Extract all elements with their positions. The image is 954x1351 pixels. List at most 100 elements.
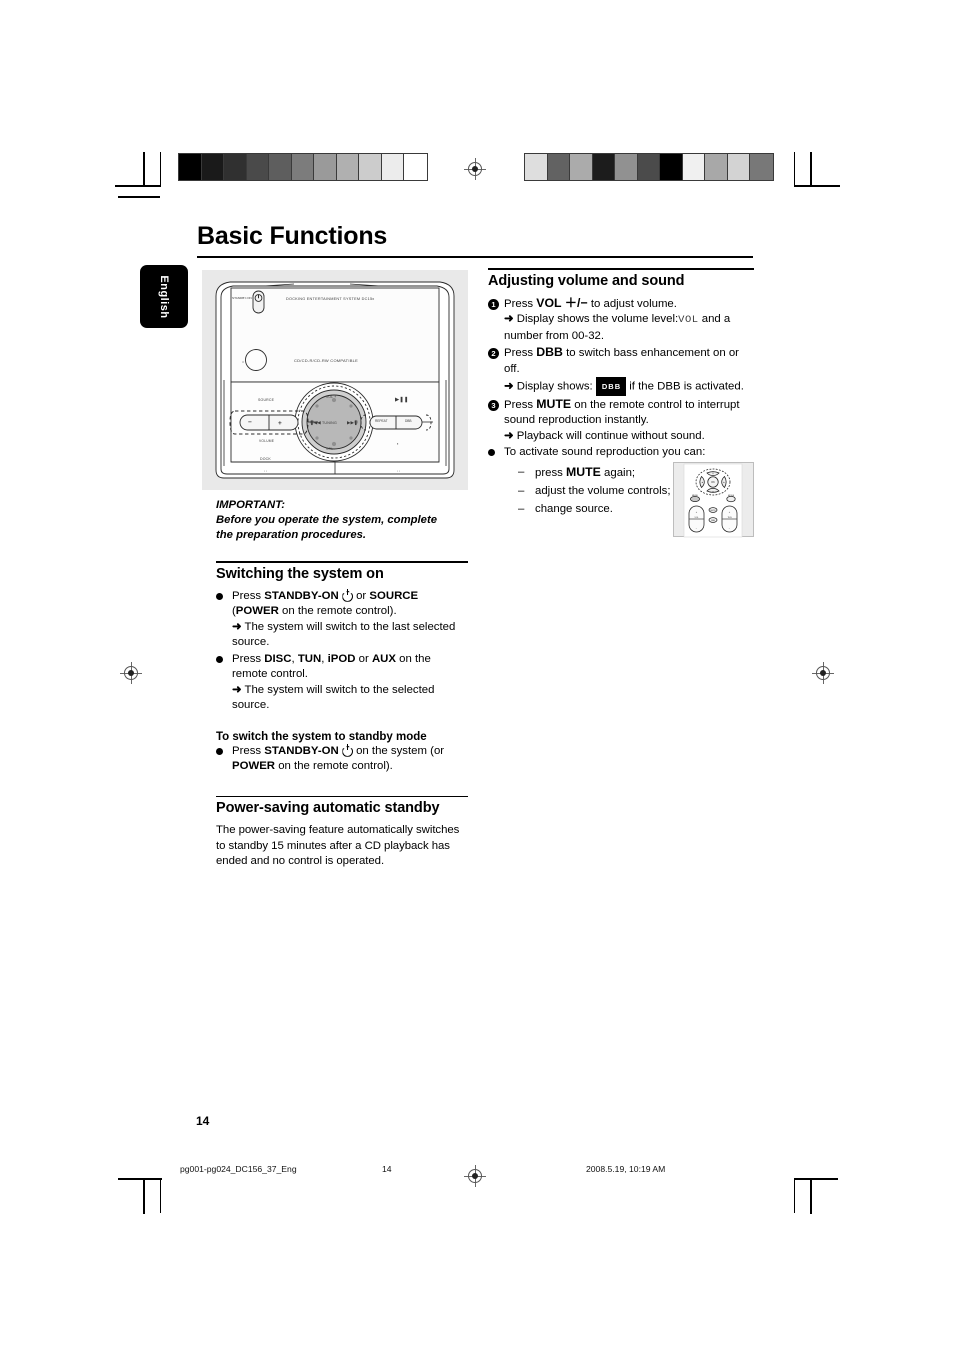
volume-step-1-bold-vol: VOL — [536, 295, 562, 310]
dbb-display-badge: DBB — [595, 377, 627, 396]
registration-mark-right — [812, 662, 834, 684]
swatch — [246, 154, 269, 180]
swatch — [179, 154, 202, 180]
step-2-bold-aux: AUX — [371, 652, 396, 665]
swatch — [750, 154, 773, 180]
step-2-bold-tun: TUN — [297, 652, 322, 665]
arrow-icon: ➜ — [232, 620, 242, 633]
volume-result-2a: Display shows: — [516, 380, 593, 393]
step-1-bold-power: POWER — [235, 605, 279, 618]
calibration-strip-left — [178, 153, 428, 181]
volume-result-3: Playback will continue without sound. — [516, 429, 705, 442]
activate-item-1-bold-mute: MUTE — [566, 464, 601, 479]
volume-result-2b: if the DBB is activated. — [629, 380, 744, 393]
bullet-icon — [216, 745, 228, 761]
bullet-icon — [488, 446, 500, 462]
power-icon — [342, 743, 353, 755]
important-line-2: the preparation procedures. — [216, 529, 367, 541]
swatch — [705, 154, 728, 180]
title-divider — [197, 256, 753, 259]
remote-ok-label: OK — [711, 480, 715, 484]
registration-mark-left — [120, 662, 142, 684]
crop-mark-br-vertical — [810, 1180, 812, 1214]
volume-step-2-bold-dbb: DBB — [536, 345, 563, 360]
remote-right-small-label: MODE — [728, 495, 735, 497]
standby-bold-power: POWER — [232, 760, 276, 773]
standby-text-4: on the remote control). — [275, 760, 393, 773]
crop-mark-tr-vertical — [810, 152, 812, 186]
crop-mark-bl-vertical — [143, 1180, 145, 1214]
crop-mark-tl-horizontal — [115, 185, 161, 187]
swatch — [727, 154, 750, 180]
volume-step-3-text-1: Press — [504, 398, 537, 411]
dash-icon: – — [518, 465, 525, 478]
arrow-icon: ➜ — [232, 683, 242, 696]
switching-on-step-1: Press STANDBY-ON or SOURCE (POWER on the… — [216, 588, 468, 651]
arrow-icon: ➜ — [504, 313, 514, 326]
volume-step-1-result: ➜ Display shows the volume level:VOL and… — [504, 312, 754, 344]
arrow-icon: ➜ — [504, 380, 514, 393]
swatch — [291, 154, 314, 180]
power-saving-body: The power-saving feature automatically s… — [216, 824, 460, 868]
registration-mark-top — [464, 158, 486, 180]
footer-filename: pg001-pg024_DC156_37_Eng — [180, 1164, 297, 1174]
language-tab: English — [140, 265, 188, 328]
swatch — [201, 154, 224, 180]
swatch — [381, 154, 404, 180]
swatch — [224, 154, 247, 180]
footer-page: 14 — [382, 1164, 392, 1174]
step-1-text-1: Press — [232, 589, 265, 602]
volume-step-3-result: ➜ Playback will continue without sound. — [504, 429, 754, 445]
step-1-bold-standby-on: STANDBY-ON — [264, 589, 339, 602]
standby-mode-step: Press STANDBY-ON on the system (or POWER… — [216, 743, 468, 775]
important-line-1: Before you operate the system, complete — [216, 514, 437, 526]
footer-timestamp: 2008.5.19, 10:19 AM — [586, 1164, 666, 1174]
remote-mute-label: MUTE — [710, 510, 716, 512]
swatch — [637, 154, 660, 180]
swatch — [525, 154, 548, 180]
activate-item-3-text: change source. — [535, 502, 613, 515]
switching-on-step-2-result: ➜ The system will switch to the selected… — [232, 683, 468, 714]
volume-step-1: 1 Press VOL ＋/− to adjust volume. ➜ Disp… — [488, 296, 754, 345]
calibration-strip-right — [524, 153, 774, 181]
swatch — [359, 154, 382, 180]
crop-mark-bl-bleed-v — [160, 1180, 162, 1213]
page-title: Basic Functions — [197, 222, 388, 250]
swatch — [336, 154, 359, 180]
step-2-result-text: The system will switch to the selected s… — [232, 683, 435, 712]
swatch — [682, 154, 705, 180]
switching-on-heading: Switching the system on — [216, 565, 384, 582]
left-column: IMPORTANT: Before you operate the system… — [216, 268, 468, 870]
activate-sound-text: To activate sound reproduction you can: — [504, 446, 706, 459]
remote-left-small-label: MENU — [692, 495, 699, 497]
standby-mode-subheading: To switch the system to standby mode — [216, 730, 427, 743]
swatch — [269, 154, 292, 180]
dash-icon: – — [518, 502, 525, 515]
step-number-badge: 1 — [488, 297, 500, 313]
step-1-text-3: or — [352, 589, 370, 602]
swatch — [570, 154, 593, 180]
bullet-icon — [216, 590, 228, 606]
volume-step-3-bold-mute: MUTE — [536, 396, 572, 411]
switching-on-divider — [216, 561, 468, 563]
step-number-badge: 2 — [488, 346, 500, 362]
power-icon — [342, 588, 353, 600]
adjusting-volume-heading: Adjusting volume and sound — [488, 272, 685, 289]
switching-on-step-2: Press DISC, TUN, iPOD or AUX on the remo… — [216, 652, 468, 714]
swatch — [660, 154, 683, 180]
volume-step-2: 2 Press DBB to switch bass enhancement o… — [488, 345, 754, 396]
step-number-badge: 3 — [488, 398, 500, 414]
language-tab-label: English — [158, 274, 170, 319]
volume-step-3: 3 Press MUTE on the remote control to in… — [488, 397, 754, 445]
crop-mark-tl-bleed-h — [118, 196, 160, 198]
arrow-icon: ➜ — [504, 429, 514, 442]
step-2-bold-disc: DISC — [264, 652, 292, 665]
crop-mark-tl-bleed-v — [160, 152, 162, 185]
dash-icon: – — [518, 484, 525, 497]
step-2-text-4: or — [355, 652, 372, 665]
important-notice: IMPORTANT: Before you operate the system… — [216, 498, 468, 543]
registration-mark-bottom — [464, 1165, 486, 1187]
crop-mark-tr-bleed-v — [794, 152, 796, 185]
swatch — [615, 154, 638, 180]
activate-item-1-text-2: again; — [600, 466, 636, 479]
